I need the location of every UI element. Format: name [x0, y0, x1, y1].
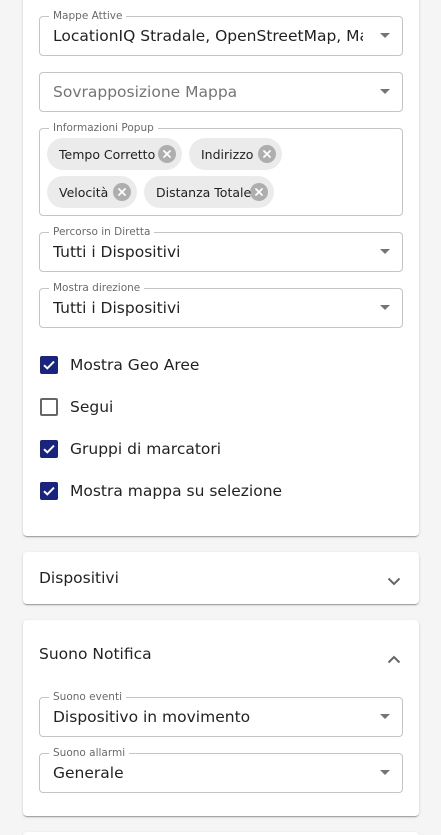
devices-title: Dispositivi [39, 569, 119, 587]
dropdown-arrow-icon [380, 305, 390, 310]
chip-remove-icon[interactable] [250, 183, 268, 201]
dropdown-arrow-icon [380, 33, 390, 38]
checkbox-marker-clusters[interactable]: Gruppi di marcatori [37, 437, 221, 461]
show-direction-value: Tutti i Dispositivi [53, 299, 181, 317]
chip-total-distance: Distanza Totale [144, 176, 274, 208]
checkbox-checked-icon[interactable] [40, 482, 58, 500]
checkbox-label: Gruppi di marcatori [70, 440, 222, 458]
chip-corrected-time: Tempo Corretto [47, 138, 182, 170]
chip-label: Tempo Corretto [59, 146, 156, 162]
chip-label: Indirizzo [201, 146, 254, 162]
checkbox-label: Mostra mappa su selezione [70, 482, 283, 500]
chip-remove-icon[interactable] [113, 183, 131, 201]
checkbox-label: Segui [70, 398, 114, 416]
checkbox-show-geofences[interactable]: Mostra Geo Aree [37, 353, 199, 377]
map-overlay-placeholder: Sovrapposizione Mappa [53, 83, 238, 101]
chip-address: Indirizzo [189, 138, 282, 170]
dropdown-arrow-icon [380, 249, 390, 254]
notification-sound-accordion: Suono Notifica Suono eventi Dispositivo … [23, 620, 419, 816]
checkbox-follow[interactable]: Segui [37, 395, 113, 419]
checkbox-label: Mostra Geo Aree [70, 356, 200, 374]
dropdown-arrow-icon [380, 714, 390, 719]
checkbox-show-map-on-selection[interactable]: Mostra mappa su selezione [37, 479, 282, 503]
chip-remove-icon[interactable] [158, 145, 176, 163]
chevron-up-icon[interactable] [387, 649, 401, 668]
event-sound-value: Dispositivo in movimento [53, 708, 251, 726]
show-direction-select[interactable]: Mostra direzione Tutti i Dispositivi [39, 281, 403, 328]
dropdown-arrow-icon [380, 89, 390, 94]
checkbox-checked-icon[interactable] [40, 440, 58, 458]
notification-sound-title[interactable]: Suono Notifica [39, 645, 152, 663]
popup-info-label: Informazioni Popup [49, 121, 158, 135]
map-overlay-select[interactable]: Sovrapposizione Mappa [39, 72, 403, 112]
devices-accordion[interactable]: Dispositivi [23, 552, 419, 604]
event-sound-select[interactable]: Suono eventi Dispositivo in movimento [39, 690, 403, 737]
live-route-select[interactable]: Percorso in Diretta Tutti i Dispositivi [39, 225, 403, 272]
chevron-down-icon[interactable] [387, 571, 401, 590]
checkbox-unchecked-icon[interactable] [40, 398, 58, 416]
alarm-sound-select[interactable]: Suono allarmi Generale [39, 746, 403, 793]
dropdown-arrow-icon [380, 770, 390, 775]
active-maps-value: LocationIQ Stradale, OpenStreetMap, Mapp… [53, 27, 363, 45]
chip-label: Velocità [59, 184, 109, 200]
active-maps-select[interactable]: Mappe Attive LocationIQ Stradale, OpenSt… [39, 9, 403, 56]
chip-label: Distanza Totale [156, 184, 252, 200]
live-route-value: Tutti i Dispositivi [53, 243, 181, 261]
map-settings-card: Mappe Attive LocationIQ Stradale, OpenSt… [23, 0, 419, 536]
chip-speed: Velocità [47, 176, 137, 208]
checkbox-checked-icon[interactable] [40, 356, 58, 374]
alarm-sound-value: Generale [53, 764, 124, 782]
popup-info-select[interactable]: Informazioni Popup Tempo Corretto Indiri… [39, 121, 403, 216]
chip-remove-icon[interactable] [258, 145, 276, 163]
